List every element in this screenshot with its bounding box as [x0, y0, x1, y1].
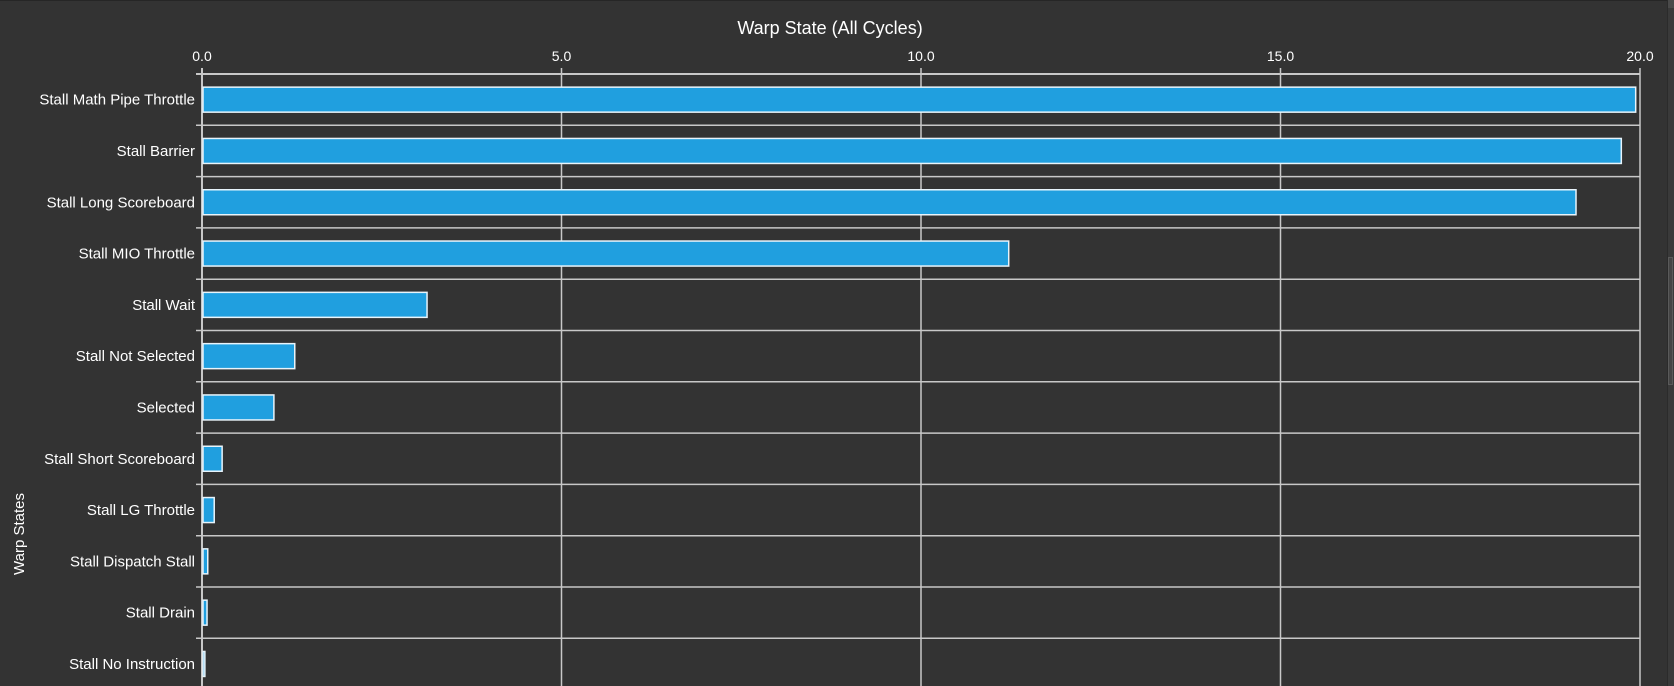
chart-title: Warp State (All Cycles): [737, 18, 922, 38]
bar: [202, 496, 215, 524]
y-axis-title: Warp States: [11, 493, 28, 575]
y-tick-label: Stall LG Throttle: [87, 502, 195, 519]
scroll-up-arrow-icon[interactable]: [1668, 0, 1674, 8]
bar: [202, 445, 223, 472]
bar: [202, 240, 1010, 267]
y-tick-label: Stall Short Scoreboard: [44, 451, 195, 468]
y-tick-label: Stall No Instruction: [69, 656, 195, 673]
x-tick-label: 0.0: [192, 48, 212, 64]
y-tick-label: Stall Not Selected: [76, 348, 195, 365]
bar-chart: Warp State (All Cycles) Warp States 0.0 5…: [11, 18, 1654, 686]
bar: [202, 599, 208, 626]
x-tick-label: 10.0: [907, 48, 934, 64]
y-tick-label: Stall Long Scoreboard: [47, 194, 195, 211]
x-tick-label: 5.0: [552, 48, 572, 64]
x-tick-label: 20.0: [1626, 48, 1653, 64]
y-tick-label: Stall Math Pipe Throttle: [39, 92, 195, 109]
bar: [202, 548, 209, 575]
y-tick-label: Stall Drain: [126, 605, 195, 622]
x-tick-label: 15.0: [1267, 48, 1294, 64]
bar: [202, 189, 1577, 216]
scroll-thumb[interactable]: [1668, 257, 1673, 385]
y-tick-label: Selected: [137, 399, 195, 416]
bar: [202, 394, 275, 421]
y-tick-label: Stall Wait: [132, 297, 196, 314]
bar: [202, 650, 206, 678]
bar: [202, 291, 428, 319]
bar: [202, 342, 296, 370]
bar: [202, 137, 1623, 165]
y-tick-label: Stall MIO Throttle: [79, 246, 195, 263]
y-tick-label: Stall Barrier: [117, 143, 195, 160]
vertical-scrollbar[interactable]: [1667, 0, 1674, 686]
y-tick-label: Stall Dispatch Stall: [70, 553, 195, 570]
bar: [202, 86, 1637, 113]
